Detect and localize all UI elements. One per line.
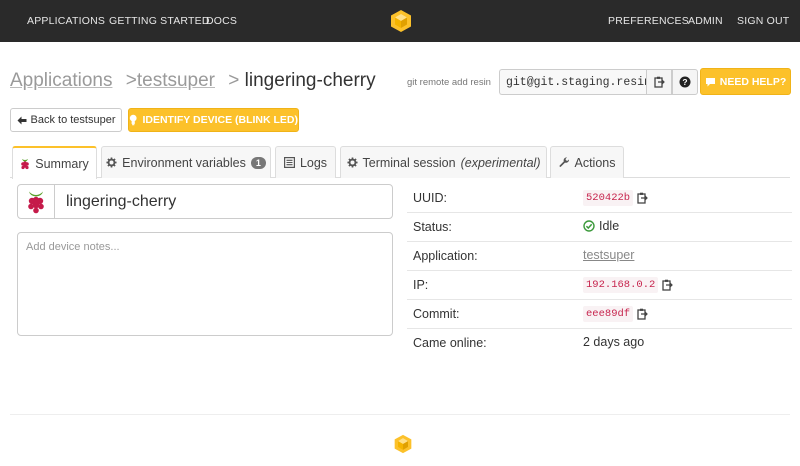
nav-docs[interactable]: DOCS xyxy=(206,15,237,27)
status-label: Status: xyxy=(413,220,452,234)
device-name-field[interactable]: lingering-cherry xyxy=(17,184,393,219)
nav-getting-started[interactable]: GETTING STARTED xyxy=(109,15,210,27)
identify-device-label: IDENTIFY DEVICE (BLINK LED) xyxy=(142,114,298,126)
tab-logs[interactable]: Logs xyxy=(275,146,336,178)
wrench-icon xyxy=(559,157,569,167)
arrow-left-icon xyxy=(17,116,26,124)
nav-preferences[interactable]: PREFERENCES xyxy=(608,15,689,27)
tab-actions[interactable]: Actions xyxy=(550,146,624,178)
svg-text:?: ? xyxy=(682,77,687,87)
application-label: Application: xyxy=(413,249,478,263)
tab-terminal-experimental: (experimental) xyxy=(460,155,541,170)
breadcrumb-applications[interactable]: Applications xyxy=(10,70,112,91)
back-button-label: Back to testsuper xyxy=(30,114,116,126)
info-row-uuid: UUID: 520422b xyxy=(407,184,792,213)
device-type-cell xyxy=(18,185,55,218)
git-help-button[interactable]: ? xyxy=(672,69,698,95)
nav-sign-out[interactable]: SIGN OUT xyxy=(737,15,789,27)
tab-logs-label: Logs xyxy=(299,155,328,170)
chat-icon xyxy=(705,77,715,86)
git-remote-field[interactable]: git@git.staging.resin.io:testsuper/tests… xyxy=(499,69,646,95)
application-link[interactable]: testsuper xyxy=(583,248,634,262)
breadcrumb-separator: > xyxy=(125,70,137,91)
ip-label: IP: xyxy=(413,278,429,292)
info-row-status: Status: Idle xyxy=(407,213,792,242)
raspberry-icon xyxy=(21,158,30,169)
tab-environment-variables[interactable]: Environment variables 1 xyxy=(101,146,271,178)
status-value: Idle xyxy=(599,219,620,233)
device-name: lingering-cherry xyxy=(66,193,177,210)
ip-value: 192.168.0.2 xyxy=(583,277,659,293)
came-online-value: 2 days ago xyxy=(583,335,645,349)
copy-git-button[interactable] xyxy=(646,69,672,95)
page-title: lingering-cherry xyxy=(244,70,376,91)
tab-terminal-session-label: Terminal session xyxy=(362,155,456,170)
info-row-application: Application: testsuper xyxy=(407,242,792,271)
top-nav: APPLICATIONS GETTING STARTED DOCS PREFER… xyxy=(0,0,800,42)
commit-value: eee89df xyxy=(583,306,634,322)
git-remote-label: git remote add resin xyxy=(407,77,491,88)
clipboard-icon[interactable] xyxy=(637,308,648,320)
tab-environment-variables-label: Environment variables xyxy=(122,155,246,170)
identify-device-button[interactable]: IDENTIFY DEVICE (BLINK LED) xyxy=(128,108,299,132)
nav-applications[interactable]: APPLICATIONS xyxy=(27,15,105,27)
clipboard-icon[interactable] xyxy=(637,192,648,204)
nav-admin[interactable]: ADMIN xyxy=(688,15,723,27)
check-circle-icon xyxy=(583,220,595,232)
info-row-came-online: Came online: 2 days ago xyxy=(407,329,792,358)
uuid-label: UUID: xyxy=(413,191,448,205)
env-count-badge: 1 xyxy=(250,156,266,169)
question-icon: ? xyxy=(679,76,691,88)
breadcrumb: Applications >testsuper > lingering-cher… xyxy=(10,70,376,92)
cube-logo-icon[interactable] xyxy=(389,9,413,33)
back-button[interactable]: Back to testsuper xyxy=(10,108,122,132)
need-help-label: NEED HELP? xyxy=(719,75,787,88)
gear-icon xyxy=(346,157,358,168)
tab-summary-label: Summary xyxy=(35,156,89,171)
breadcrumb-separator: > xyxy=(228,70,240,91)
clipboard-icon xyxy=(653,76,665,88)
lightbulb-icon xyxy=(129,114,137,126)
uuid-value: 520422b xyxy=(583,190,634,206)
clipboard-icon[interactable] xyxy=(662,279,674,291)
raspberry-pi-icon xyxy=(28,191,44,213)
device-notes-field[interactable] xyxy=(17,232,393,336)
info-row-commit: Commit: eee89df xyxy=(407,300,792,329)
need-help-button[interactable]: NEED HELP? xyxy=(700,68,791,95)
tab-actions-label: Actions xyxy=(574,155,616,170)
info-row-ip: IP: 192.168.0.2 xyxy=(407,271,792,300)
came-online-label: Came online: xyxy=(413,336,487,350)
tab-terminal-session[interactable]: Terminal session (experimental) xyxy=(340,146,547,178)
list-icon xyxy=(283,157,295,168)
commit-label: Commit: xyxy=(413,307,460,321)
tab-summary[interactable]: Summary xyxy=(12,146,97,179)
footer-divider xyxy=(10,414,790,415)
gear-icon xyxy=(106,157,117,168)
breadcrumb-app[interactable]: testsuper xyxy=(137,70,215,91)
cube-logo-icon xyxy=(394,434,412,454)
